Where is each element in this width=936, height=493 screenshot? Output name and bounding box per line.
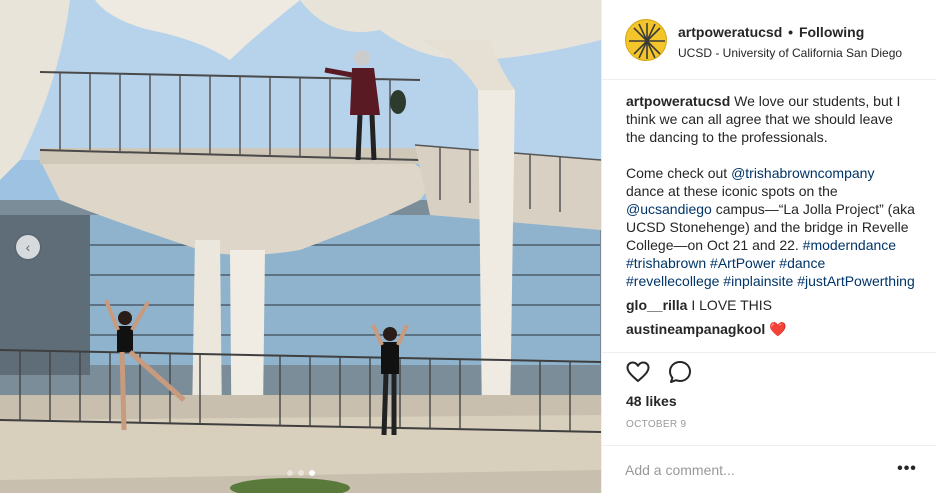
hashtag-link[interactable]: #justArtPowerthing [797, 273, 915, 289]
comment-text: I LOVE THIS [691, 297, 773, 313]
like-count[interactable]: 48 likes [626, 393, 677, 409]
caption-text: Come check out [626, 165, 732, 181]
mention-link[interactable]: @trishabrowncompany [731, 165, 874, 181]
carousel-dot [298, 470, 304, 476]
hashtag-link[interactable]: #revellecollege [626, 273, 719, 289]
photo-illustration [0, 0, 601, 493]
location-link[interactable]: UCSD - University of California San Dieg… [678, 46, 914, 60]
heart-icon [626, 361, 650, 382]
following-button[interactable]: Following [799, 24, 864, 40]
instagram-post-modal: ‹ artpoweratucsd • Following UCSD - Univ… [0, 0, 936, 493]
carousel-prev-button[interactable]: ‹ [16, 235, 40, 259]
header-separator: • [788, 24, 794, 40]
post-header: artpoweratucsd • Following UCSD - Univer… [602, 0, 936, 80]
artpower-logo-icon [629, 23, 665, 59]
comment-composer: ••• [602, 445, 936, 493]
carousel-dot [287, 470, 293, 476]
more-options-icon[interactable]: ••• [895, 459, 919, 479]
comment-button[interactable] [667, 359, 693, 385]
comment-item: austineampanagkool ❤️ [626, 320, 916, 338]
post-side-panel: artpoweratucsd • Following UCSD - Univer… [601, 0, 936, 493]
comment-username[interactable]: glo__rilla [626, 297, 687, 313]
username-link[interactable]: artpoweratucsd [678, 24, 782, 40]
comment-text: ❤️ [769, 321, 787, 337]
like-button[interactable] [625, 359, 651, 385]
hashtag-link[interactable]: #inplainsite [723, 273, 793, 289]
post-caption: artpoweratucsd We love our students, but… [626, 92, 916, 290]
post-date: OCTOBER 9 [626, 419, 687, 430]
carousel-dot-active [309, 470, 315, 476]
chevron-left-icon: ‹ [25, 239, 31, 255]
comment-item: glo__rilla I LOVE THIS [626, 296, 916, 314]
avatar[interactable] [625, 19, 667, 61]
hashtag-link[interactable]: #ArtPower [710, 255, 775, 271]
post-actions: 48 likes OCTOBER 9 ••• [602, 352, 936, 493]
action-icons [625, 359, 693, 385]
mention-link[interactable]: @ucsandiego [626, 201, 712, 217]
comment-bubble-icon [669, 361, 691, 383]
hashtag-link[interactable]: #trishabrown [626, 255, 706, 271]
hashtag-link[interactable]: #dance [779, 255, 825, 271]
caption-text: dance at these iconic spots on the [626, 183, 838, 199]
header-text: artpoweratucsd • Following UCSD - Univer… [678, 24, 928, 60]
post-photo: ‹ [0, 0, 601, 493]
comment-input[interactable] [625, 458, 885, 482]
comments-list: artpoweratucsd We love our students, but… [626, 92, 916, 350]
hashtag-link[interactable]: #moderndance [803, 237, 896, 253]
comment-username[interactable]: austineampanagkool [626, 321, 765, 337]
caption-username[interactable]: artpoweratucsd [626, 93, 730, 109]
carousel-indicator [287, 470, 315, 476]
